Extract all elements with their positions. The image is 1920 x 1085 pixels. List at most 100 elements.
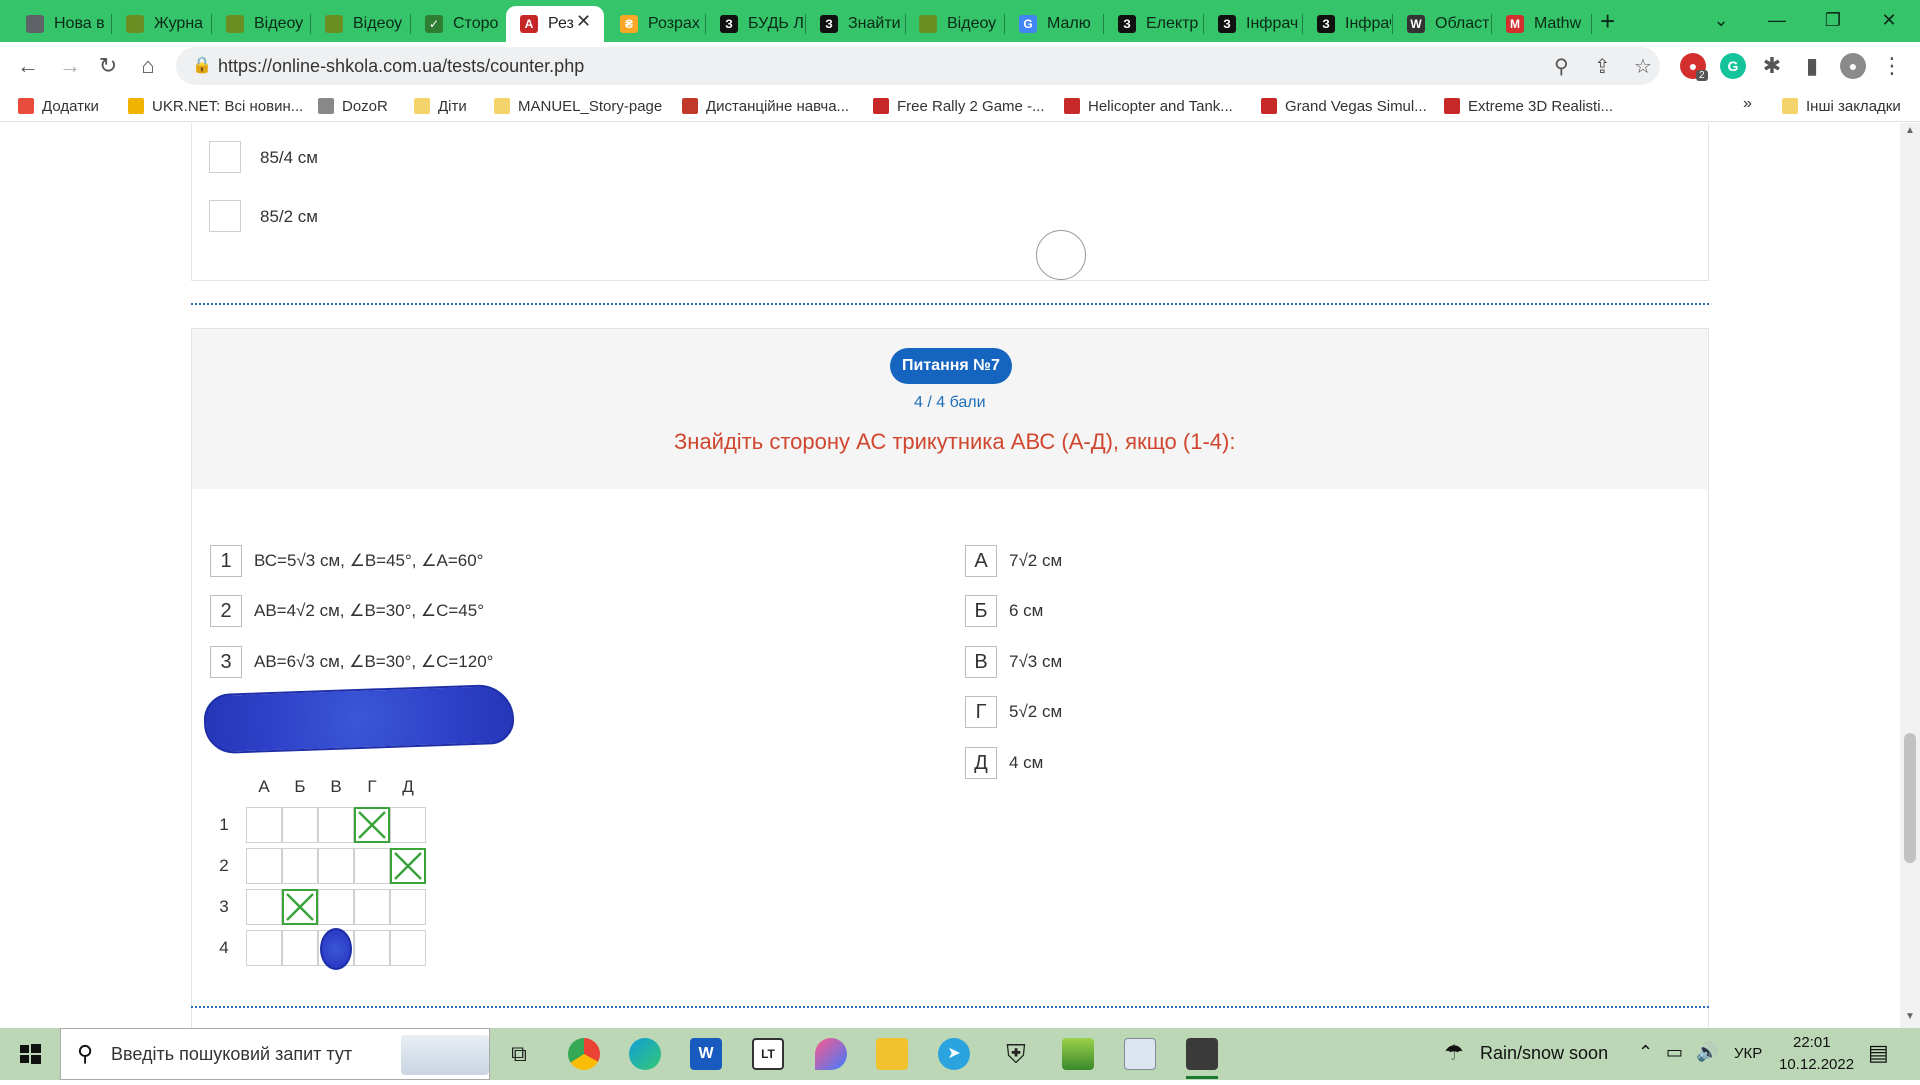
bookmark-item[interactable]: Діти <box>414 95 467 117</box>
task-view-icon[interactable]: ⧉ <box>503 1038 535 1070</box>
paint-taskbar-icon[interactable] <box>815 1038 847 1070</box>
grid-cell[interactable] <box>282 889 318 925</box>
page-scrollbar[interactable]: ▲ ▼ <box>1900 123 1920 1028</box>
close-window-icon[interactable]: ✕ <box>1864 4 1914 36</box>
browser-tab[interactable]: З БУДЬ Л <box>706 6 804 42</box>
scroll-up-icon[interactable]: ▲ <box>1905 125 1915 136</box>
notifications-icon[interactable]: ▤ <box>1868 1040 1889 1066</box>
weather-icon[interactable]: ☂ <box>1444 1040 1464 1066</box>
grid-cell[interactable] <box>390 930 426 966</box>
calculator-taskbar-icon[interactable] <box>1186 1038 1218 1070</box>
url-text[interactable]: https://online-shkola.com.ua/tests/count… <box>218 56 584 77</box>
app-lt-taskbar-icon[interactable]: LT <box>752 1038 784 1070</box>
new-tab-button[interactable]: + <box>1600 6 1615 36</box>
browser-tab[interactable]: M Mathw <box>1492 6 1590 42</box>
menu-icon[interactable]: ⋮ <box>1876 50 1908 82</box>
zoom-icon[interactable]: ⚲ <box>1554 54 1569 79</box>
answer-letter: Г <box>965 696 997 728</box>
clock-time[interactable]: 22:01 <box>1793 1034 1831 1051</box>
bookmark-item[interactable]: Helicopter and Tank... <box>1064 95 1233 117</box>
browser-tab[interactable]: З Знайти <box>806 6 904 42</box>
star-icon[interactable]: ☆ <box>1634 54 1652 79</box>
explorer-taskbar-icon[interactable] <box>876 1038 908 1070</box>
grid-cell[interactable] <box>318 848 354 884</box>
volume-icon[interactable]: 🔊 <box>1696 1042 1718 1063</box>
edge-taskbar-icon[interactable] <box>629 1038 661 1070</box>
browser-tab[interactable]: Журна <box>112 6 210 42</box>
grid-cell[interactable] <box>246 930 282 966</box>
bookmark-item[interactable]: UKR.NET: Всі новин... <box>128 95 303 117</box>
grid-cell[interactable] <box>390 848 426 884</box>
grid-cell[interactable] <box>354 848 390 884</box>
browser-tab[interactable]: ✓ Сторо <box>411 6 504 42</box>
browser-tab[interactable]: З Електр <box>1104 6 1202 42</box>
z-icon: З <box>1317 15 1335 33</box>
word-taskbar-icon[interactable]: W <box>690 1038 722 1070</box>
network-icon[interactable]: ▭ <box>1666 1042 1683 1063</box>
browser-tab[interactable]: Відеоу <box>905 6 1003 42</box>
taskbar-search-box[interactable]: ⚲ Введіть пошуковий запит тут <box>60 1028 490 1080</box>
share-icon[interactable]: ⇪ <box>1594 54 1611 79</box>
browser-tab[interactable]: W Област <box>1393 6 1490 42</box>
grid-cell[interactable] <box>354 889 390 925</box>
tab-title: Інфрач <box>1246 15 1299 32</box>
grid-cell[interactable] <box>390 807 426 843</box>
grid-cell[interactable] <box>390 889 426 925</box>
browser-tab[interactable]: Відеоу <box>212 6 309 42</box>
bookmark-item[interactable]: Extreme 3D Realisti... <box>1444 95 1613 117</box>
reload-icon[interactable]: ↻ <box>92 50 124 82</box>
browser-tab[interactable]: Відеоу <box>311 6 409 42</box>
photos-taskbar-icon[interactable] <box>1124 1038 1156 1070</box>
grid-cell[interactable] <box>246 889 282 925</box>
security-taskbar-icon[interactable]: ⛨ <box>1000 1038 1032 1070</box>
bookmark-other[interactable]: Інші закладки <box>1782 95 1901 117</box>
tab-title: БУДЬ Л <box>748 15 804 32</box>
grid-cell[interactable] <box>354 807 390 843</box>
grid-cell[interactable] <box>246 807 282 843</box>
bookmark-item[interactable]: Додатки <box>18 95 99 117</box>
bookmark-item[interactable]: Дистанційне навча... <box>682 95 849 117</box>
browser-tab[interactable]: G Малю <box>1005 6 1102 42</box>
bookmark-item[interactable]: DozoR <box>318 95 388 117</box>
language-indicator[interactable]: УКР <box>1734 1045 1762 1062</box>
back-icon[interactable]: ← <box>12 50 44 82</box>
layers-taskbar-icon[interactable] <box>1062 1038 1094 1070</box>
bookmark-item[interactable]: Free Rally 2 Game -... <box>873 95 1045 117</box>
grammarly-icon[interactable]: G <box>1720 53 1746 79</box>
weather-text[interactable]: Rain/snow soon <box>1480 1043 1608 1064</box>
scrollbar-thumb[interactable] <box>1904 733 1916 863</box>
tab-search-icon[interactable]: ⌄ <box>1696 4 1746 36</box>
profile-avatar[interactable]: ● <box>1840 53 1866 79</box>
grid-cell[interactable] <box>282 848 318 884</box>
option-checkbox[interactable] <box>209 200 241 232</box>
telegram-taskbar-icon[interactable]: ➤ <box>938 1038 970 1070</box>
forward-icon[interactable]: → <box>54 50 86 82</box>
grid-cell[interactable] <box>282 930 318 966</box>
close-tab-icon[interactable]: ✕ <box>576 11 591 32</box>
option-checkbox[interactable] <box>209 141 241 173</box>
clock-date[interactable]: 10.12.2022 <box>1779 1056 1854 1073</box>
grid-cell[interactable] <box>318 807 354 843</box>
browser-tab[interactable]: З Інфрач <box>1204 6 1301 42</box>
grid-cell[interactable] <box>282 807 318 843</box>
chevron-up-icon[interactable]: ⌃ <box>1638 1042 1653 1063</box>
restore-icon[interactable]: ❐ <box>1808 4 1858 36</box>
bookmark-item[interactable]: MANUEL_Story-page <box>494 95 662 117</box>
browser-tab[interactable]: З Інфрач <box>1303 6 1391 42</box>
grid-cell[interactable] <box>318 889 354 925</box>
extensions-puzzle-icon[interactable]: ✱ <box>1756 50 1788 82</box>
grid-cell[interactable] <box>246 848 282 884</box>
chrome-taskbar-icon[interactable] <box>568 1038 600 1070</box>
minimize-icon[interactable]: — <box>1752 4 1802 36</box>
bookmark-item[interactable]: Grand Vegas Simul... <box>1261 95 1427 117</box>
lock-icon[interactable]: 🔒 <box>192 55 212 75</box>
address-bar[interactable]: 🔒 https://online-shkola.com.ua/tests/cou… <box>176 47 1660 85</box>
start-button[interactable] <box>0 1028 60 1080</box>
grid-cell[interactable] <box>354 930 390 966</box>
side-panel-icon[interactable]: ▮ <box>1796 50 1828 82</box>
browser-tab[interactable]: ₴ Розрах <box>606 6 704 42</box>
browser-tab[interactable]: Нова в <box>12 6 110 42</box>
bookmarks-more-icon[interactable]: » <box>1743 95 1752 113</box>
scroll-down-icon[interactable]: ▼ <box>1905 1011 1915 1022</box>
home-icon[interactable]: ⌂ <box>132 50 164 82</box>
